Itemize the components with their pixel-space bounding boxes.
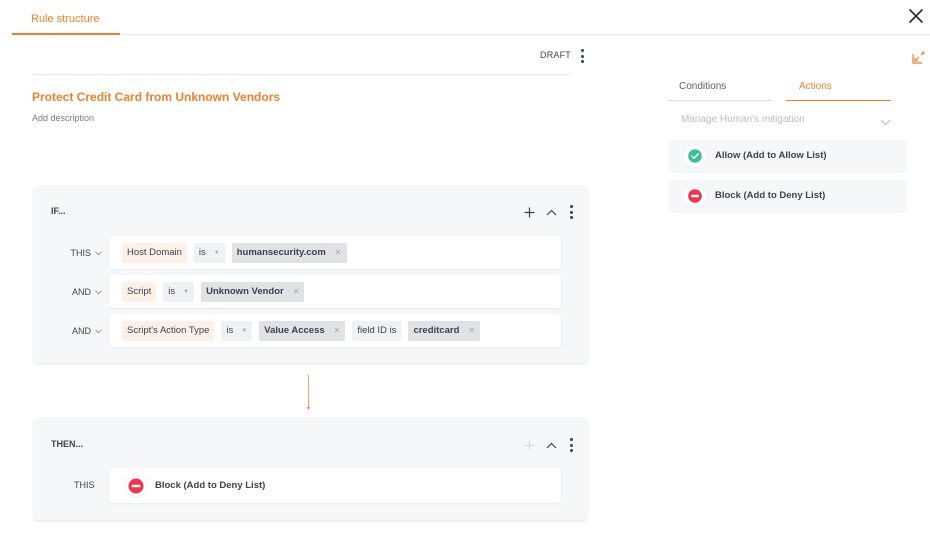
kebab-dot [569,216,573,219]
mitigation-section-toggle[interactable]: Manage Human's mitigation [681,114,891,130]
kebab-dot [569,205,573,208]
condition-row: AND Script is ▼ Unknown Vendor ✕ [34,275,587,309]
value-chip[interactable]: Value Access ✕ [259,320,346,341]
kebab-dot [569,438,573,441]
if-label: IF... [51,206,66,216]
tab-rule-structure[interactable]: Rule structure [12,0,120,35]
action-allow[interactable]: Allow (Add to Allow List) [669,140,906,171]
close-button[interactable] [906,6,926,26]
value-chip[interactable]: Unknown Vendor ✕ [201,281,305,302]
comparator-label: is [226,325,234,336]
add-action-button[interactable] [523,438,535,452]
plus-icon [524,440,534,450]
collapse-expand-icon [912,51,925,64]
collapse-if-button[interactable] [545,205,557,219]
condition-row: THIS Host Domain is ▼ humansecurity.com ✕ [34,236,587,270]
logic-operator-dropdown[interactable]: AND [34,287,102,297]
comparator-dropdown[interactable]: is ▼ [163,281,195,302]
condition-card: Script is ▼ Unknown Vendor ✕ [109,275,561,308]
add-condition-button[interactable] [523,205,535,219]
plus-icon [524,207,534,217]
tab-conditions[interactable]: Conditions [667,78,771,101]
then-action-label: Block (Add to Deny List) [155,480,266,491]
close-icon [909,9,923,23]
chevron-down-icon [880,118,891,129]
kebab-dot [580,54,584,58]
logic-operator-dropdown[interactable]: AND [34,326,102,336]
remove-value-icon[interactable]: ✕ [293,287,300,296]
collapse-then-button[interactable] [545,438,557,452]
then-label: THEN... [51,439,84,449]
caret-down-icon: ▼ [241,327,248,334]
then-block-toolbar [523,437,575,453]
then-more-menu-button[interactable] [567,437,575,453]
rule-more-menu-button[interactable] [578,48,586,64]
value-label: creditcard [413,325,460,336]
status-badge: DRAFT [540,50,571,60]
kebab-dot [569,443,573,447]
kebab-dot [580,49,584,52]
mitigation-section-title: Manage Human's mitigation [681,114,805,125]
block-circle-icon [683,183,707,208]
condition-card: Script's Action Type is ▼ Value Access ✕ f… [109,314,561,347]
rule-title[interactable]: Protect Credit Card from Unknown Vendors [32,90,280,104]
comparator-dropdown[interactable]: is ▼ [193,242,225,263]
add-description-field[interactable]: Add description [32,113,94,123]
remove-value-icon[interactable]: ✕ [334,326,341,335]
then-action-card[interactable]: Block (Add to Deny List) [109,468,561,503]
flow-arrow-icon [307,375,310,410]
operator-label: AND [71,287,91,297]
top-tab-bar: Rule structure [12,0,930,35]
value-chip[interactable]: creditcard ✕ [408,320,481,341]
remove-value-icon[interactable]: ✕ [468,326,475,335]
kebab-dot [569,210,573,214]
caret-down-icon: ▼ [183,288,190,295]
operator-label: AND [71,326,91,336]
value-label: Value Access [264,325,325,336]
if-block-toolbar [523,204,575,220]
chevron-down-icon [95,287,102,297]
tab-actions[interactable]: Actions [786,78,891,101]
block-circle-icon [124,473,148,498]
action-block-label: Block (Add to Deny List) [715,190,826,201]
collapse-panel-button[interactable] [912,51,925,64]
kebab-dot [569,449,573,452]
then-block: THEN... THIS Block (Add to Deny List) [34,418,587,520]
then-row-label: THIS [74,480,95,490]
comparator-label: is [198,247,206,258]
value-chip[interactable]: humansecurity.com ✕ [231,242,347,263]
condition-row: AND Script's Action Type is ▼ Value Acces… [34,314,587,348]
field-id-label[interactable]: field ID is [352,320,402,341]
field-chip[interactable]: Script's Action Type [122,320,215,341]
comparator-label: is [168,286,176,297]
comparator-dropdown[interactable]: is ▼ [221,320,253,341]
divider [32,74,569,75]
remove-value-icon[interactable]: ✕ [335,248,342,257]
action-block[interactable]: Block (Add to Deny List) [669,180,906,211]
chevron-up-icon [546,442,556,448]
action-allow-label: Allow (Add to Allow List) [715,150,827,161]
chevron-up-icon [546,209,556,215]
side-panel-tabs: Conditions Actions [667,78,891,102]
kebab-dot [580,60,584,63]
operator-label: THIS [70,248,91,258]
value-label: Unknown Vendor [206,286,284,297]
caret-down-icon: ▼ [213,249,220,256]
if-block: IF... THIS Host Domain is ▼ humansecurity… [34,186,587,363]
if-more-menu-button[interactable] [567,204,575,220]
field-chip[interactable]: Script [122,281,157,302]
field-chip[interactable]: Host Domain [122,242,187,263]
chevron-down-icon [95,326,102,336]
value-label: humansecurity.com [236,247,326,258]
condition-card: Host Domain is ▼ humansecurity.com ✕ [109,236,561,269]
logic-operator-dropdown[interactable]: THIS [34,248,102,258]
check-circle-icon [683,143,707,168]
chevron-down-icon [95,248,102,258]
